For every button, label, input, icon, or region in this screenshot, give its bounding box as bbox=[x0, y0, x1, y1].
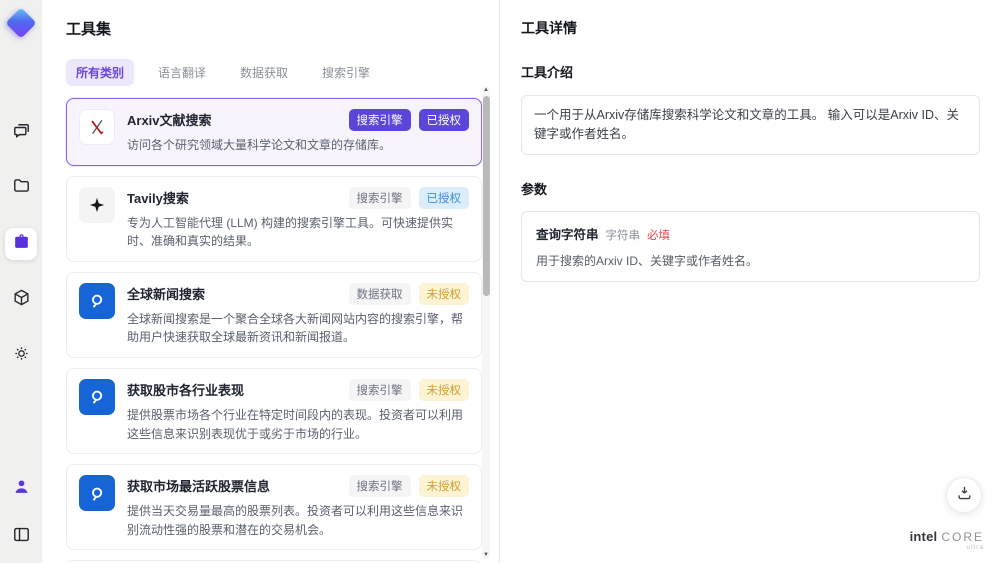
user-avatar-button[interactable] bbox=[5, 473, 37, 505]
params-heading: 参数 bbox=[521, 181, 548, 197]
download-button[interactable] bbox=[946, 477, 982, 513]
briefcase-icon bbox=[12, 232, 31, 256]
details-title: 工具详情 bbox=[521, 20, 577, 36]
tool-description: 专为人工智能代理 (LLM) 构建的搜索引擎工具。可快速提供实时、准确和真实的结… bbox=[127, 215, 454, 249]
parameter-card: 查询字符串 字符串 必填 用于搜索的Arxiv ID、关键字或作者姓名。 bbox=[521, 210, 980, 282]
arxiv-icon bbox=[79, 109, 115, 145]
tool-description: 提供股票市场各个行业在特定时间段内的表现。投资者可以利用这些信息来识别表现优于或… bbox=[127, 407, 464, 441]
user-icon bbox=[12, 477, 31, 501]
category-badge: 搜索引擎 bbox=[348, 186, 411, 209]
category-tab-3[interactable]: 搜索引擎 bbox=[312, 59, 380, 86]
category-tabs: 所有类别 语言翻译 数据获取 搜索引擎 bbox=[66, 59, 499, 86]
tool-description: 提供当天交易量最高的股票列表。投资者可以利用这些信息来识别流动性强的股票和潜在的… bbox=[127, 504, 464, 537]
download-icon bbox=[956, 484, 973, 506]
category-badge: 数据获取 bbox=[348, 282, 411, 305]
category-badge: 搜索引擎 bbox=[348, 378, 411, 401]
sidebar-item-toolbox[interactable] bbox=[5, 228, 37, 260]
nav-rail bbox=[0, 0, 42, 563]
tool-list: Arxiv文献搜索 搜索引擎 已授权 访问各个研究领域大量科学论文和文章的存储库… bbox=[66, 98, 482, 563]
news-search-icon bbox=[79, 475, 115, 512]
sidebar-item-models[interactable] bbox=[5, 284, 37, 316]
tool-description: 访问各个研究领域大量科学论文和文章的存储库。 bbox=[127, 138, 392, 152]
auth-status-badge: 已授权 bbox=[418, 186, 469, 209]
parameter-type: 字符串 bbox=[605, 229, 641, 242]
sidebar-item-chat[interactable] bbox=[5, 116, 37, 148]
list-scrollbar[interactable]: ▲ ▼ bbox=[482, 86, 490, 559]
collapse-sidebar-button[interactable] bbox=[5, 521, 37, 553]
tavily-star-icon bbox=[79, 186, 115, 223]
intro-heading: 工具介绍 bbox=[521, 65, 574, 80]
app-logo bbox=[5, 7, 37, 39]
news-search-icon bbox=[79, 378, 115, 415]
folder-icon bbox=[12, 176, 31, 200]
parameter-header: 查询字符串 字符串 必填 bbox=[536, 224, 965, 243]
intel-brand-text: intel bbox=[909, 528, 938, 544]
auth-status-badge: 已授权 bbox=[418, 109, 469, 131]
ultra-brand-text: ultra bbox=[966, 543, 984, 551]
intel-core-logo: intel CORE ultra bbox=[910, 530, 984, 552]
category-badge: 搜索引擎 bbox=[348, 475, 411, 498]
tool-name: 获取市场最活跃股票信息 bbox=[127, 479, 271, 495]
tool-card[interactable]: Tavily搜索 搜索引擎 已授权 专为人工智能代理 (LLM) 构建的搜索引擎… bbox=[66, 175, 482, 262]
sidebar-item-files[interactable] bbox=[5, 172, 37, 204]
category-tab-0[interactable]: 所有类别 bbox=[66, 59, 135, 86]
scrollbar-thumb[interactable] bbox=[482, 96, 490, 296]
sidebar-item-settings[interactable] bbox=[5, 340, 37, 372]
chat-icon bbox=[12, 120, 31, 144]
tool-name: 获取股市各行业表现 bbox=[127, 382, 245, 398]
auth-status-badge: 未授权 bbox=[418, 282, 469, 305]
tool-details-panel: 工具详情 工具介绍 一个用于从Arxiv存储库搜索科学论文和文章的工具。 输入可… bbox=[501, 0, 1000, 563]
gem-logo-icon bbox=[5, 7, 37, 39]
auth-status-badge: 未授权 bbox=[418, 378, 469, 401]
category-badge: 搜索引擎 bbox=[348, 109, 411, 131]
parameter-required-badge: 必填 bbox=[647, 229, 671, 242]
tool-intro-text: 一个用于从Arxiv存储库搜索科学论文和文章的工具。 输入可以是Arxiv ID… bbox=[521, 95, 980, 155]
scroll-up-arrow-icon[interactable]: ▲ bbox=[482, 86, 490, 94]
scroll-down-arrow-icon[interactable]: ▼ bbox=[482, 551, 490, 559]
tool-name: Tavily搜索 bbox=[127, 190, 189, 206]
tool-card[interactable]: 获取股市各行业表现 搜索引擎 未授权 提供股票市场各个行业在特定时间段内的表现。… bbox=[66, 367, 482, 455]
tool-card[interactable]: Arxiv文献搜索 搜索引擎 已授权 访问各个研究领域大量科学论文和文章的存储库… bbox=[66, 98, 482, 166]
news-search-icon bbox=[79, 282, 115, 319]
gear-icon bbox=[12, 344, 31, 368]
core-brand-text: CORE bbox=[941, 529, 984, 544]
tool-card[interactable]: 获取市场最活跃股票信息 搜索引擎 未授权 提供当天交易量最高的股票列表。投资者可… bbox=[66, 464, 482, 551]
tool-list-panel: 工具集 所有类别 语言翻译 数据获取 搜索引擎 Arxiv文献搜索 搜索引擎 已授权 … bbox=[42, 0, 500, 563]
panel-layout-icon bbox=[12, 525, 31, 549]
tool-name: 全球新闻搜索 bbox=[127, 286, 206, 302]
rail-bottom bbox=[5, 473, 37, 553]
cube-icon bbox=[12, 288, 31, 312]
tool-description: 全球新闻搜索是一个聚合全球各大新闻网站内容的搜索引擎，帮助用户快速获取全球最新资… bbox=[127, 311, 464, 345]
parameter-name: 查询字符串 bbox=[536, 227, 599, 242]
tool-card[interactable]: 全球新闻搜索 数据获取 未授权 全球新闻搜索是一个聚合全球各大新闻网站内容的搜索… bbox=[66, 271, 482, 358]
category-tab-1[interactable]: 语言翻译 bbox=[148, 59, 216, 86]
category-tab-2[interactable]: 数据获取 bbox=[230, 59, 298, 86]
tool-name: Arxiv文献搜索 bbox=[127, 113, 212, 128]
page-title: 工具集 bbox=[66, 21, 112, 38]
parameter-description: 用于搜索的Arxiv ID、关键字或作者姓名。 bbox=[536, 253, 759, 268]
rail-nav bbox=[5, 116, 37, 372]
auth-status-badge: 未授权 bbox=[418, 475, 469, 498]
